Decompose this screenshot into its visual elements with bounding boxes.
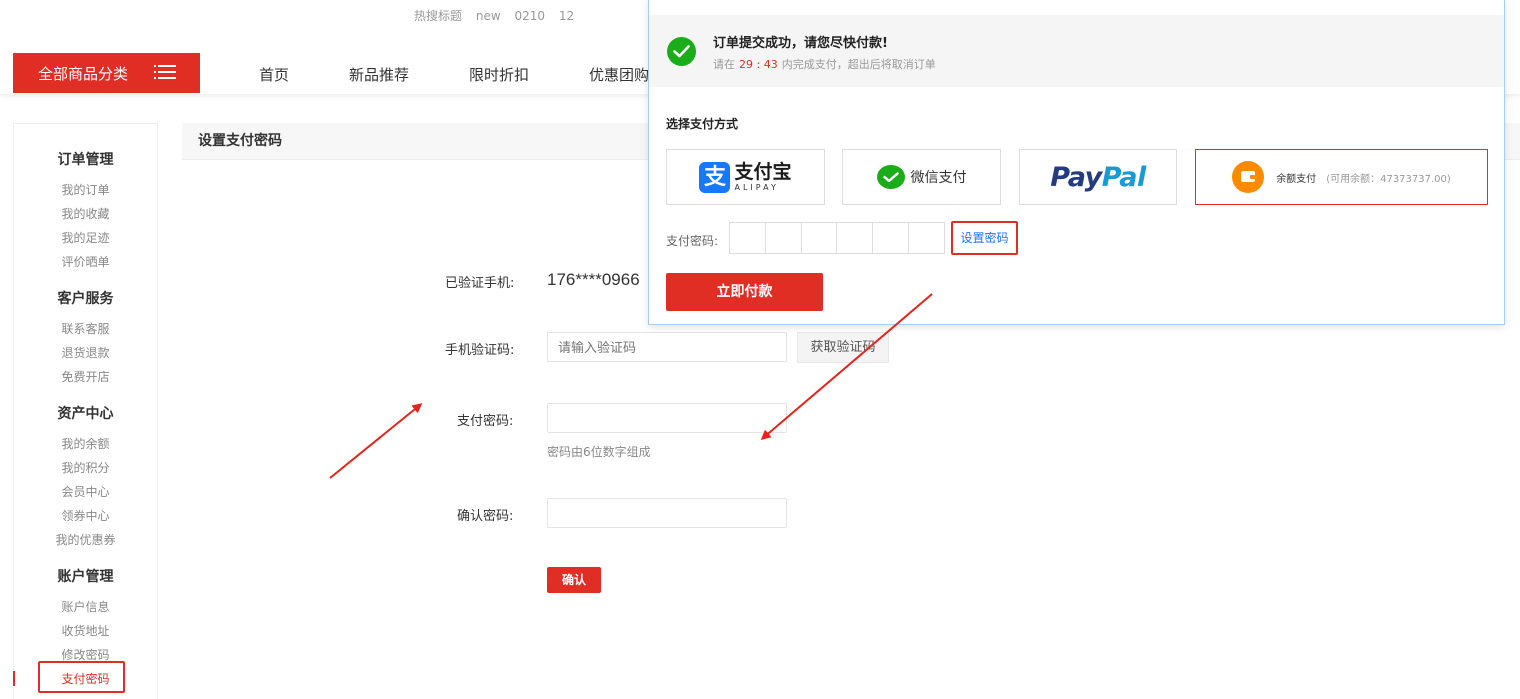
annotation-arrow-left	[329, 403, 423, 479]
annotation-arrows	[329, 293, 933, 479]
annotation-arrow-right	[760, 293, 933, 440]
